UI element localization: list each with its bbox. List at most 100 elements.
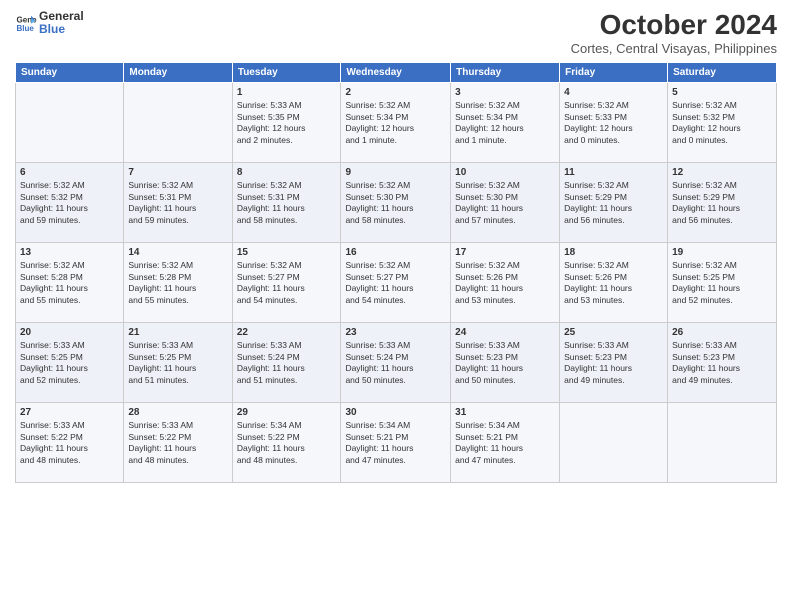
day-info-line: Sunset: 5:28 PM [20,272,119,283]
day-info-line: Daylight: 11 hours [672,283,772,294]
day-info-line: Daylight: 11 hours [20,283,119,294]
day-cell: 12Sunrise: 5:32 AMSunset: 5:29 PMDayligh… [668,162,777,242]
day-number: 25 [564,326,663,340]
day-cell: 21Sunrise: 5:33 AMSunset: 5:25 PMDayligh… [124,322,232,402]
day-cell: 2Sunrise: 5:32 AMSunset: 5:34 PMDaylight… [341,82,451,162]
day-info-line: Sunrise: 5:32 AM [455,100,555,111]
day-number: 17 [455,246,555,260]
day-info-line: Sunset: 5:21 PM [455,432,555,443]
day-number: 4 [564,86,663,100]
day-cell [16,82,124,162]
day-info-line: Sunrise: 5:32 AM [20,180,119,191]
day-info-line: and 55 minutes. [128,295,227,306]
day-info-line: Sunrise: 5:32 AM [564,180,663,191]
day-info-line: Sunrise: 5:32 AM [128,260,227,271]
day-info-line: Sunset: 5:27 PM [345,272,446,283]
day-info-line: Sunset: 5:23 PM [672,352,772,363]
day-info-line: Sunset: 5:34 PM [455,112,555,123]
day-info-line: Daylight: 12 hours [672,123,772,134]
day-info-line: and 1 minute. [345,135,446,146]
day-info-line: and 48 minutes. [237,455,337,466]
day-info-line: Sunrise: 5:33 AM [672,340,772,351]
day-number: 20 [20,326,119,340]
day-info-line: Daylight: 12 hours [455,123,555,134]
header: General Blue General Blue October 2024 C… [15,10,777,56]
day-cell: 7Sunrise: 5:32 AMSunset: 5:31 PMDaylight… [124,162,232,242]
day-info-line: Daylight: 11 hours [672,203,772,214]
logo-icon: General Blue [15,12,37,34]
day-info-line: Daylight: 11 hours [237,363,337,374]
day-info-line: Sunrise: 5:32 AM [455,260,555,271]
day-info-line: Sunset: 5:24 PM [237,352,337,363]
day-info-line: and 49 minutes. [672,375,772,386]
day-info-line: Daylight: 11 hours [128,283,227,294]
day-info-line: Sunrise: 5:33 AM [128,420,227,431]
day-cell: 11Sunrise: 5:32 AMSunset: 5:29 PMDayligh… [560,162,668,242]
day-number: 14 [128,246,227,260]
day-info-line: Daylight: 12 hours [237,123,337,134]
logo-line2: Blue [39,23,84,36]
day-info-line: and 59 minutes. [20,215,119,226]
day-number: 19 [672,246,772,260]
col-header-thursday: Thursday [451,62,560,82]
day-number: 28 [128,406,227,420]
day-info-line: and 52 minutes. [20,375,119,386]
day-cell: 18Sunrise: 5:32 AMSunset: 5:26 PMDayligh… [560,242,668,322]
day-number: 13 [20,246,119,260]
day-info-line: Sunset: 5:27 PM [237,272,337,283]
day-info-line: Daylight: 11 hours [455,443,555,454]
day-info-line: and 56 minutes. [564,215,663,226]
day-info-line: Daylight: 11 hours [455,283,555,294]
day-info-line: Sunset: 5:28 PM [128,272,227,283]
day-info-line: Sunset: 5:29 PM [564,192,663,203]
day-cell: 5Sunrise: 5:32 AMSunset: 5:32 PMDaylight… [668,82,777,162]
day-info-line: Sunrise: 5:33 AM [345,340,446,351]
day-info-line: and 50 minutes. [455,375,555,386]
day-cell: 6Sunrise: 5:32 AMSunset: 5:32 PMDaylight… [16,162,124,242]
day-info-line: Sunset: 5:25 PM [672,272,772,283]
day-info-line: Sunset: 5:21 PM [345,432,446,443]
day-info-line: and 0 minutes. [564,135,663,146]
day-info-line: and 56 minutes. [672,215,772,226]
day-number: 21 [128,326,227,340]
day-info-line: Sunset: 5:23 PM [455,352,555,363]
day-cell: 30Sunrise: 5:34 AMSunset: 5:21 PMDayligh… [341,402,451,482]
day-info-line: Daylight: 11 hours [455,363,555,374]
day-info-line: Sunset: 5:22 PM [237,432,337,443]
day-info-line: Sunset: 5:22 PM [128,432,227,443]
day-info-line: Sunrise: 5:32 AM [237,260,337,271]
day-info-line: Sunrise: 5:33 AM [20,340,119,351]
day-info-line: Daylight: 11 hours [564,363,663,374]
col-header-monday: Monday [124,62,232,82]
day-info-line: and 52 minutes. [672,295,772,306]
day-info-line: Sunset: 5:25 PM [128,352,227,363]
day-info-line: and 59 minutes. [128,215,227,226]
day-number: 2 [345,86,446,100]
day-info-line: and 58 minutes. [237,215,337,226]
day-cell: 26Sunrise: 5:33 AMSunset: 5:23 PMDayligh… [668,322,777,402]
day-number: 24 [455,326,555,340]
day-info-line: Sunrise: 5:33 AM [455,340,555,351]
day-info-line: Sunrise: 5:32 AM [20,260,119,271]
day-info-line: Daylight: 11 hours [237,283,337,294]
day-info-line: Sunrise: 5:33 AM [564,340,663,351]
day-info-line: Sunrise: 5:32 AM [345,260,446,271]
day-info-line: Sunset: 5:34 PM [345,112,446,123]
day-info-line: and 48 minutes. [128,455,227,466]
day-info-line: Daylight: 11 hours [345,283,446,294]
day-info-line: Sunset: 5:25 PM [20,352,119,363]
day-number: 27 [20,406,119,420]
week-row-2: 6Sunrise: 5:32 AMSunset: 5:32 PMDaylight… [16,162,777,242]
day-cell: 9Sunrise: 5:32 AMSunset: 5:30 PMDaylight… [341,162,451,242]
month-title: October 2024 [571,10,777,41]
col-header-saturday: Saturday [668,62,777,82]
day-info-line: Daylight: 12 hours [345,123,446,134]
day-cell: 25Sunrise: 5:33 AMSunset: 5:23 PMDayligh… [560,322,668,402]
day-info-line: Sunrise: 5:34 AM [345,420,446,431]
day-info-line: Daylight: 11 hours [237,443,337,454]
day-cell: 20Sunrise: 5:33 AMSunset: 5:25 PMDayligh… [16,322,124,402]
day-info-line: Sunrise: 5:32 AM [455,180,555,191]
day-info-line: and 54 minutes. [345,295,446,306]
day-info-line: Daylight: 11 hours [345,443,446,454]
day-number: 10 [455,166,555,180]
